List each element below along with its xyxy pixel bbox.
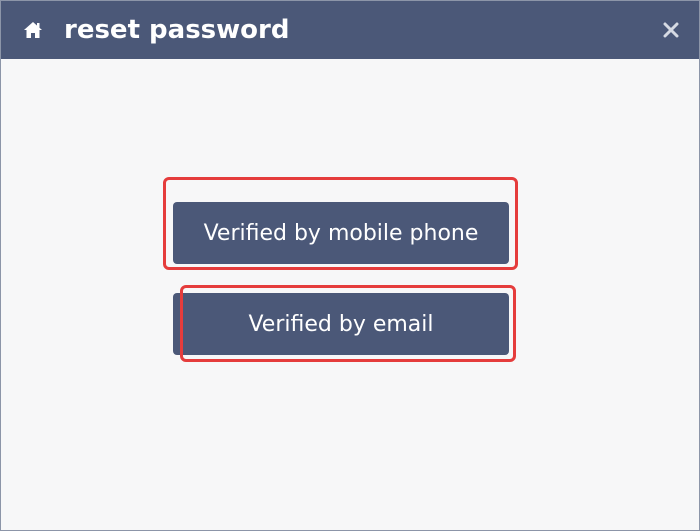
home-icon [24,22,42,38]
dialog-title: reset password [64,15,290,45]
verify-by-email-button[interactable]: Verified by email [173,293,509,355]
verify-by-mobile-button[interactable]: Verified by mobile phone [173,202,509,264]
reset-password-dialog: reset password Verified by mobile phone … [0,0,700,531]
dialog-titlebar: reset password [1,1,699,59]
close-icon[interactable] [663,22,679,38]
